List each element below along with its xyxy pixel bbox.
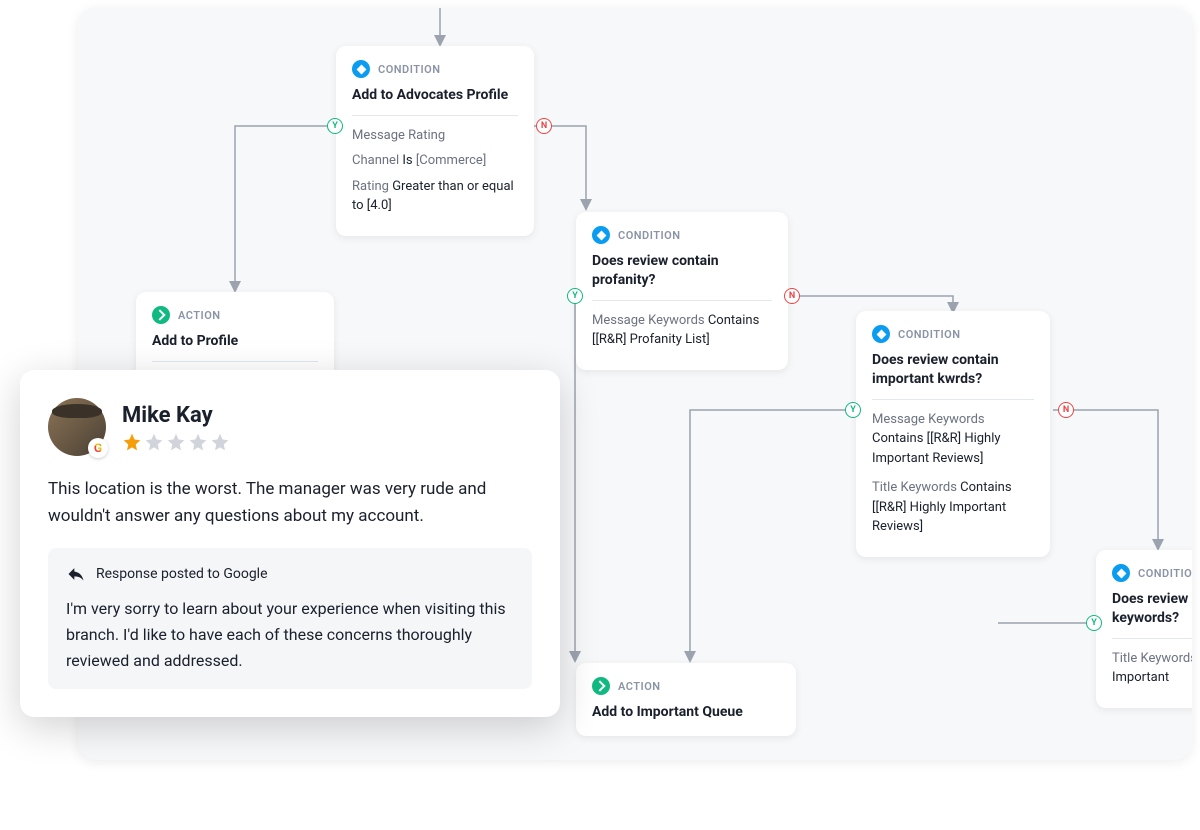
action-icon [592, 677, 610, 695]
star-empty-icon [188, 432, 208, 452]
node-title: Does review contain keywords? [1112, 590, 1192, 628]
action-icon [152, 306, 170, 324]
branch-no-badge: N [536, 118, 552, 134]
review-card: G Mike Kay This location is the worst. T… [20, 370, 560, 717]
branch-yes-badge: Y [1086, 615, 1102, 631]
node-title: Does review contain important kwrds? [872, 351, 1034, 389]
star-empty-icon [144, 432, 164, 452]
node-type-label: ACTION [618, 680, 661, 693]
node-type-label: CONDITION [1138, 567, 1192, 580]
rule-line: Channel Is [Commerce] [352, 151, 518, 171]
rule-line: Message Keywords Contains [[R&R] Highly … [872, 410, 1034, 469]
reply-icon [66, 564, 86, 584]
condition-node-keywords[interactable]: CONDITION Does review contain keywords? … [1096, 550, 1192, 708]
condition-icon [592, 226, 610, 244]
node-title: Add to Advocates Profile [352, 86, 518, 105]
branch-yes-badge: Y [567, 288, 583, 304]
node-type-label: CONDITION [378, 63, 441, 76]
node-title: Add to Important Queue [592, 703, 780, 722]
response-text: I'm very sorry to learn about your exper… [66, 596, 514, 673]
action-node-add-queue[interactable]: ACTION Add to Important Queue [576, 663, 796, 736]
avatar: G [48, 398, 106, 456]
branch-yes-badge: Y [327, 118, 343, 134]
reviewer-name: Mike Kay [122, 403, 230, 428]
condition-icon [872, 325, 890, 343]
node-title: Does review contain profanity? [592, 252, 772, 290]
star-filled-icon [122, 432, 142, 452]
rule-line: Title Keywords Contains [[R&R] Highly Im… [872, 478, 1034, 537]
star-empty-icon [210, 432, 230, 452]
rule-line: Message Rating [352, 126, 518, 146]
branch-no-badge: N [1058, 402, 1074, 418]
response-box: Response posted to Google I'm very sorry… [48, 548, 532, 689]
response-header-text: Response posted to Google [96, 566, 268, 582]
node-type-label: CONDITION [618, 229, 681, 242]
condition-icon [352, 60, 370, 78]
branch-no-badge: N [784, 288, 800, 304]
rule-line: Title Keywords Highly Important [1112, 649, 1192, 688]
condition-icon [1112, 564, 1130, 582]
rule-line: Message Keywords Contains [[R&R] Profani… [592, 311, 772, 350]
branch-yes-badge: Y [845, 402, 861, 418]
condition-node-profanity[interactable]: CONDITION Does review contain profanity?… [576, 212, 788, 370]
node-title: Add to Profile [152, 332, 318, 351]
star-empty-icon [166, 432, 186, 452]
review-text: This location is the worst. The manager … [48, 476, 532, 530]
condition-node-advocates[interactable]: CONDITION Add to Advocates Profile Messa… [336, 46, 534, 236]
google-badge-icon: G [88, 438, 108, 458]
condition-node-important-kwrds[interactable]: CONDITION Does review contain important … [856, 311, 1050, 557]
star-rating [122, 432, 230, 452]
rule-line: Rating Greater than or equal to [4.0] [352, 177, 518, 216]
node-type-label: CONDITION [898, 328, 961, 341]
node-type-label: ACTION [178, 309, 221, 322]
